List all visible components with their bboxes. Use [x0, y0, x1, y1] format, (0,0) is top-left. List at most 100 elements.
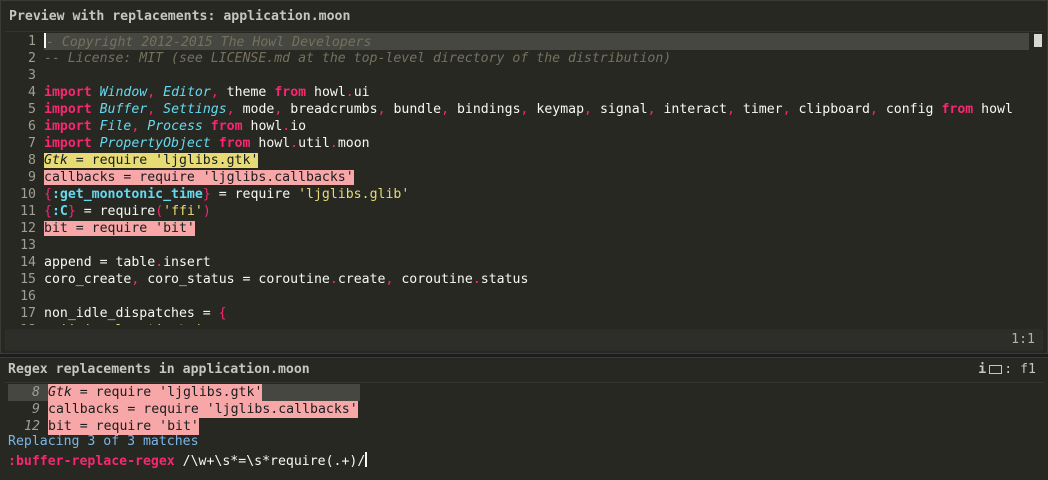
cursor-position: 1:1 [1011, 332, 1035, 347]
line-code: non_idle_dispatches = { [44, 305, 227, 322]
match-item[interactable]: 12 bit = require 'bit' [8, 418, 360, 435]
code-token: 'ffi' [163, 204, 203, 219]
code-token: , [147, 85, 156, 100]
code-token: { [218, 306, 227, 321]
code-token: File [99, 119, 132, 134]
match-line-number: 9 [32, 402, 40, 417]
match-list[interactable]: 8 Gtk = require 'ljglibs.gtk' 9 callbacks =… [8, 384, 360, 435]
line-number: 7 [28, 136, 36, 151]
match-text: callbacks = require 'ljglibs.callbacks' [48, 401, 358, 418]
code-token: Editor [163, 85, 211, 100]
line-number: 11 [20, 204, 36, 219]
code-token: Window [99, 85, 148, 100]
line-number: 9 [28, 170, 36, 185]
code-token: insert [163, 255, 211, 270]
replacements-title: Regex replacements in application.moon [8, 362, 310, 377]
code-token: from [941, 102, 974, 117]
code-token: { [44, 204, 52, 219]
match-item[interactable]: 8 Gtk = require 'ljglibs.gtk' [8, 384, 360, 401]
info-icon: i [978, 362, 987, 377]
code-token: , [647, 102, 656, 117]
code-token: callbacks = require 'ljglibs.callbacks' [44, 170, 354, 185]
code-token: , [727, 102, 735, 117]
code-token: :C [51, 204, 68, 219]
code-token: timer [734, 102, 783, 117]
help-key-label: : f1 [1004, 362, 1036, 377]
code-token: bindings [449, 102, 521, 117]
code-token: } [202, 187, 211, 202]
line-code: - Copyright 2012-2015 The Howl Developer… [44, 33, 372, 51]
keyboard-icon [989, 365, 1003, 374]
line-code: {:C} = require('ffi') [44, 203, 211, 220]
code-token: . [290, 136, 299, 151]
status-bar: 1:1 [5, 329, 1043, 351]
scrollbar[interactable] [1034, 34, 1042, 47]
code-token: coro_create [44, 272, 132, 287]
code-token: { [44, 187, 52, 202]
code-token: interact [655, 102, 727, 117]
code-token: , [203, 323, 211, 325]
code-token: import [44, 85, 92, 100]
line-code: '^signal-motion%-', [44, 322, 211, 325]
replacements-panel: Regex replacements in application.moon i… [0, 357, 1048, 480]
code-token: moon [337, 136, 370, 151]
command-argument[interactable]: /\w+\s*=\s*require(.+)/ [175, 454, 366, 469]
code-token: io [290, 119, 307, 134]
code-token: . [345, 85, 354, 100]
code-token: '^signal-motion%-' [60, 323, 203, 325]
line-code: import Window, Editor, theme from howl.u… [44, 84, 370, 101]
code-token: mode [234, 102, 275, 117]
code-token: util [298, 136, 330, 151]
line-number: 16 [20, 289, 36, 304]
code-token: . [329, 136, 338, 151]
line-code: append = table.insert [44, 254, 211, 271]
code-token: Process [147, 119, 203, 134]
match-item[interactable]: 9 callbacks = require 'ljglibs.callbacks' [8, 401, 360, 418]
code-token: , [147, 102, 156, 117]
code-token: create [337, 272, 386, 287]
line-number: 12 [20, 221, 36, 236]
command-line[interactable]: :buffer-replace-regex /\w+\s*=\s*require… [8, 452, 368, 470]
line-code: callbacks = require 'ljglibs.callbacks' [44, 169, 354, 186]
preview-panel: Preview with replacements: application.m… [0, 0, 1048, 354]
match-line-number: 8 [32, 385, 40, 400]
line-code: import Buffer, Settings, mode, breadcrum… [44, 101, 1013, 118]
code-token: bundle [385, 102, 442, 117]
code-token: theme [218, 85, 275, 100]
code-editor[interactable]: 1 - Copyright 2012-2015 The Howl Develope… [5, 33, 1045, 325]
code-token: keymap [528, 102, 585, 117]
code-token: clipboard [790, 102, 870, 117]
replace-status: Replacing 3 of 3 matches [8, 434, 199, 449]
code-token: 'ljglibs.glib' [298, 187, 410, 202]
preview-title: Preview with replacements: application.m… [9, 9, 351, 24]
code-token: howl [250, 136, 291, 151]
line-code: coro_create, coro_status = coroutine.cre… [44, 271, 528, 288]
code-token: append = table [44, 255, 156, 270]
code-token: import [44, 119, 92, 134]
line-number: 2 [28, 51, 36, 66]
line-number: 5 [28, 102, 36, 117]
code-token: Settings [163, 102, 227, 117]
code-token: coroutine [393, 272, 473, 287]
code-token: , [210, 85, 219, 100]
code-token: , [584, 102, 592, 117]
line-number: 13 [20, 238, 36, 253]
line-code: -- License: MIT (see LICENSE.md at the t… [44, 50, 671, 67]
help-hint[interactable]: i : f1 [978, 362, 1036, 378]
code-token: from [210, 119, 243, 134]
code-token: from [218, 136, 251, 151]
code-token: . [472, 272, 481, 287]
code-token: , [441, 102, 450, 117]
code-token: import [44, 136, 92, 151]
match-text: Gtk = require 'ljglibs.gtk' [48, 384, 263, 401]
code-token: non_idle_dispatches = [44, 306, 219, 321]
line-number: 17 [20, 306, 36, 321]
code-token: -- License: MIT (see LICENSE.md at the t… [44, 51, 672, 66]
code-token: } [67, 204, 76, 219]
